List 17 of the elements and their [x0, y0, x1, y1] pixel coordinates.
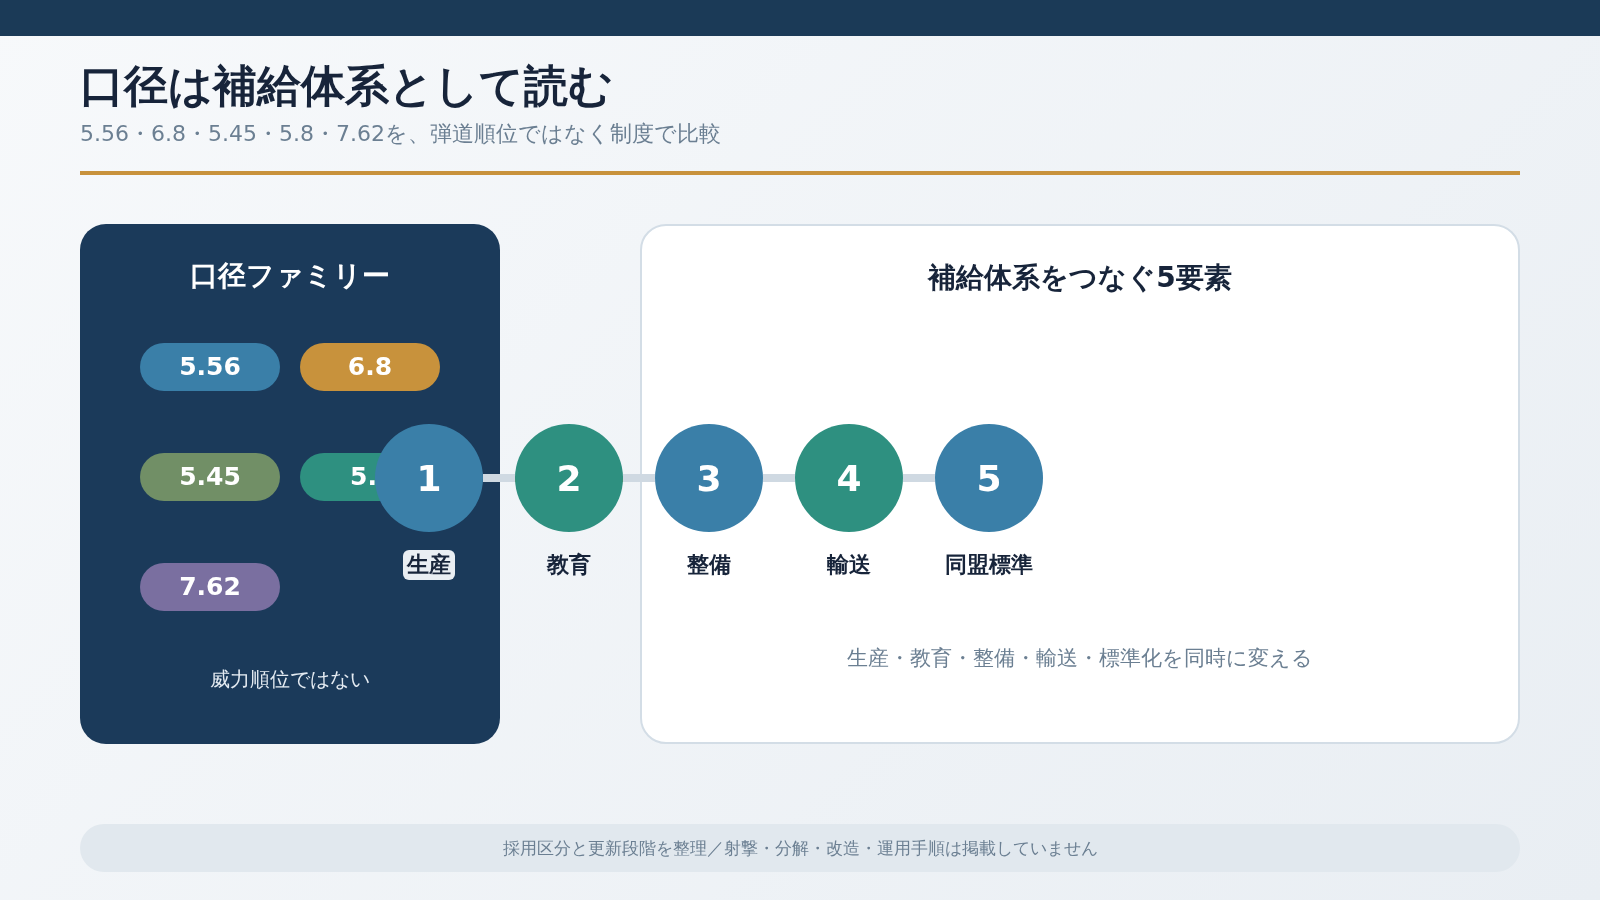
step-label: 整備 [687, 551, 731, 580]
panel-note: 威力順位ではない [210, 665, 370, 693]
caliber-tag: 5.56 [140, 342, 280, 391]
step-label: 教育 [547, 551, 591, 580]
page-title: 口径は補給体系として読む [80, 60, 614, 113]
panel-title: 補給体系をつなぐ5要素 [928, 261, 1232, 295]
panel-title: 口径ファミリー [190, 259, 390, 293]
caliber-tag: 7.62 [140, 562, 280, 611]
caliber-tag: 6.8 [300, 342, 440, 391]
step-label: 生産 [403, 550, 455, 581]
step-label: 輸送 [827, 551, 871, 580]
step-label: 同盟標準 [945, 551, 1033, 580]
caliber-tag: 5.45 [140, 452, 280, 501]
footer-note: 採用区分と更新段階を整理／射撃・分解・改造・運用手順は掲載していません [80, 824, 1520, 873]
panel-caption: 生産・教育・整備・輸送・標準化を同時に変える [847, 645, 1313, 673]
subtitle: 5.56・6.8・5.45・5.8・7.62を、弾道順位ではなく制度で比較 [80, 120, 722, 148]
step-number: 2 [515, 424, 623, 533]
